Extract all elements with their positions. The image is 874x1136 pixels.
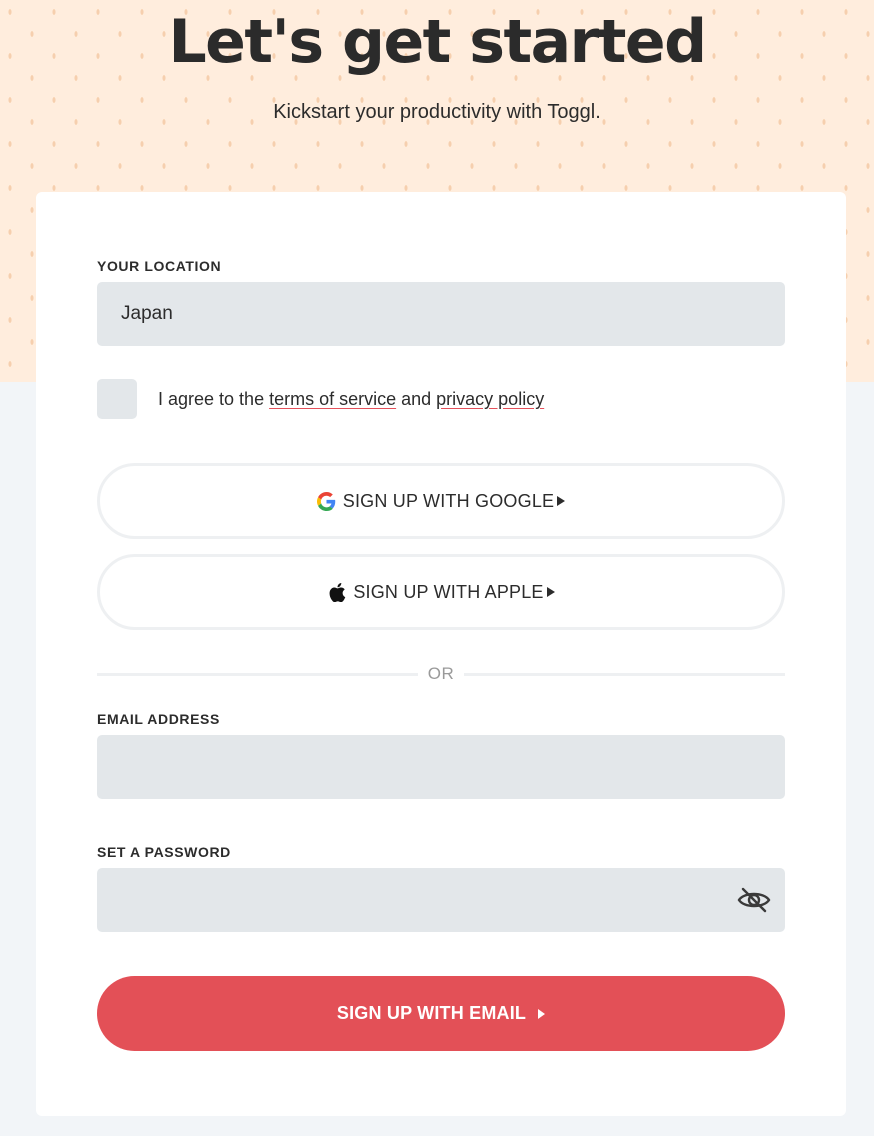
google-logo-icon: [317, 491, 337, 511]
password-input[interactable]: [121, 888, 761, 912]
divider-line-right: [464, 672, 785, 676]
page-title: Let's get started: [168, 7, 707, 77]
password-label: SET A PASSWORD: [97, 844, 231, 860]
play-arrow-icon: [538, 1008, 546, 1019]
signup-card: YOUR LOCATION Japan I agree to the terms…: [36, 192, 846, 1116]
google-signup-label: SIGN UP WITH GOOGLE: [342, 490, 555, 511]
password-field[interactable]: [97, 868, 785, 932]
email-label: EMAIL ADDRESS: [97, 711, 220, 727]
location-field[interactable]: Japan: [97, 282, 785, 346]
email-input[interactable]: [121, 755, 761, 779]
divider-text: OR: [427, 664, 455, 683]
apple-signup-label: SIGN UP WITH APPLE: [353, 581, 544, 602]
agree-prefix: I agree to the: [158, 389, 270, 409]
signup-page: Let's get started Kickstart your product…: [0, 0, 874, 1136]
email-signup-label: SIGN UP WITH EMAIL: [336, 1003, 527, 1023]
privacy-policy-link[interactable]: privacy policy: [436, 389, 544, 409]
location-value: Japan: [121, 303, 173, 324]
page-subtitle: Kickstart your productivity with Toggl.: [273, 101, 601, 123]
play-arrow-icon: [557, 496, 566, 506]
agree-text: I agree to the terms of service and priv…: [158, 387, 544, 411]
play-arrow-icon: [546, 587, 555, 597]
or-divider: OR: [97, 662, 785, 686]
location-label: YOUR LOCATION: [97, 258, 222, 274]
google-signup-button[interactable]: SIGN UP WITH GOOGLE: [97, 463, 785, 539]
agree-checkbox[interactable]: [97, 379, 137, 419]
email-field[interactable]: [97, 735, 785, 799]
apple-logo-icon: [327, 582, 347, 602]
eye-slash-icon[interactable]: [737, 886, 771, 914]
terms-of-service-link[interactable]: terms of service: [269, 389, 396, 409]
agree-middle: and: [396, 389, 437, 409]
divider-line-left: [97, 672, 418, 676]
email-signup-button[interactable]: SIGN UP WITH EMAIL: [97, 976, 785, 1051]
apple-signup-button[interactable]: SIGN UP WITH APPLE: [97, 554, 785, 630]
